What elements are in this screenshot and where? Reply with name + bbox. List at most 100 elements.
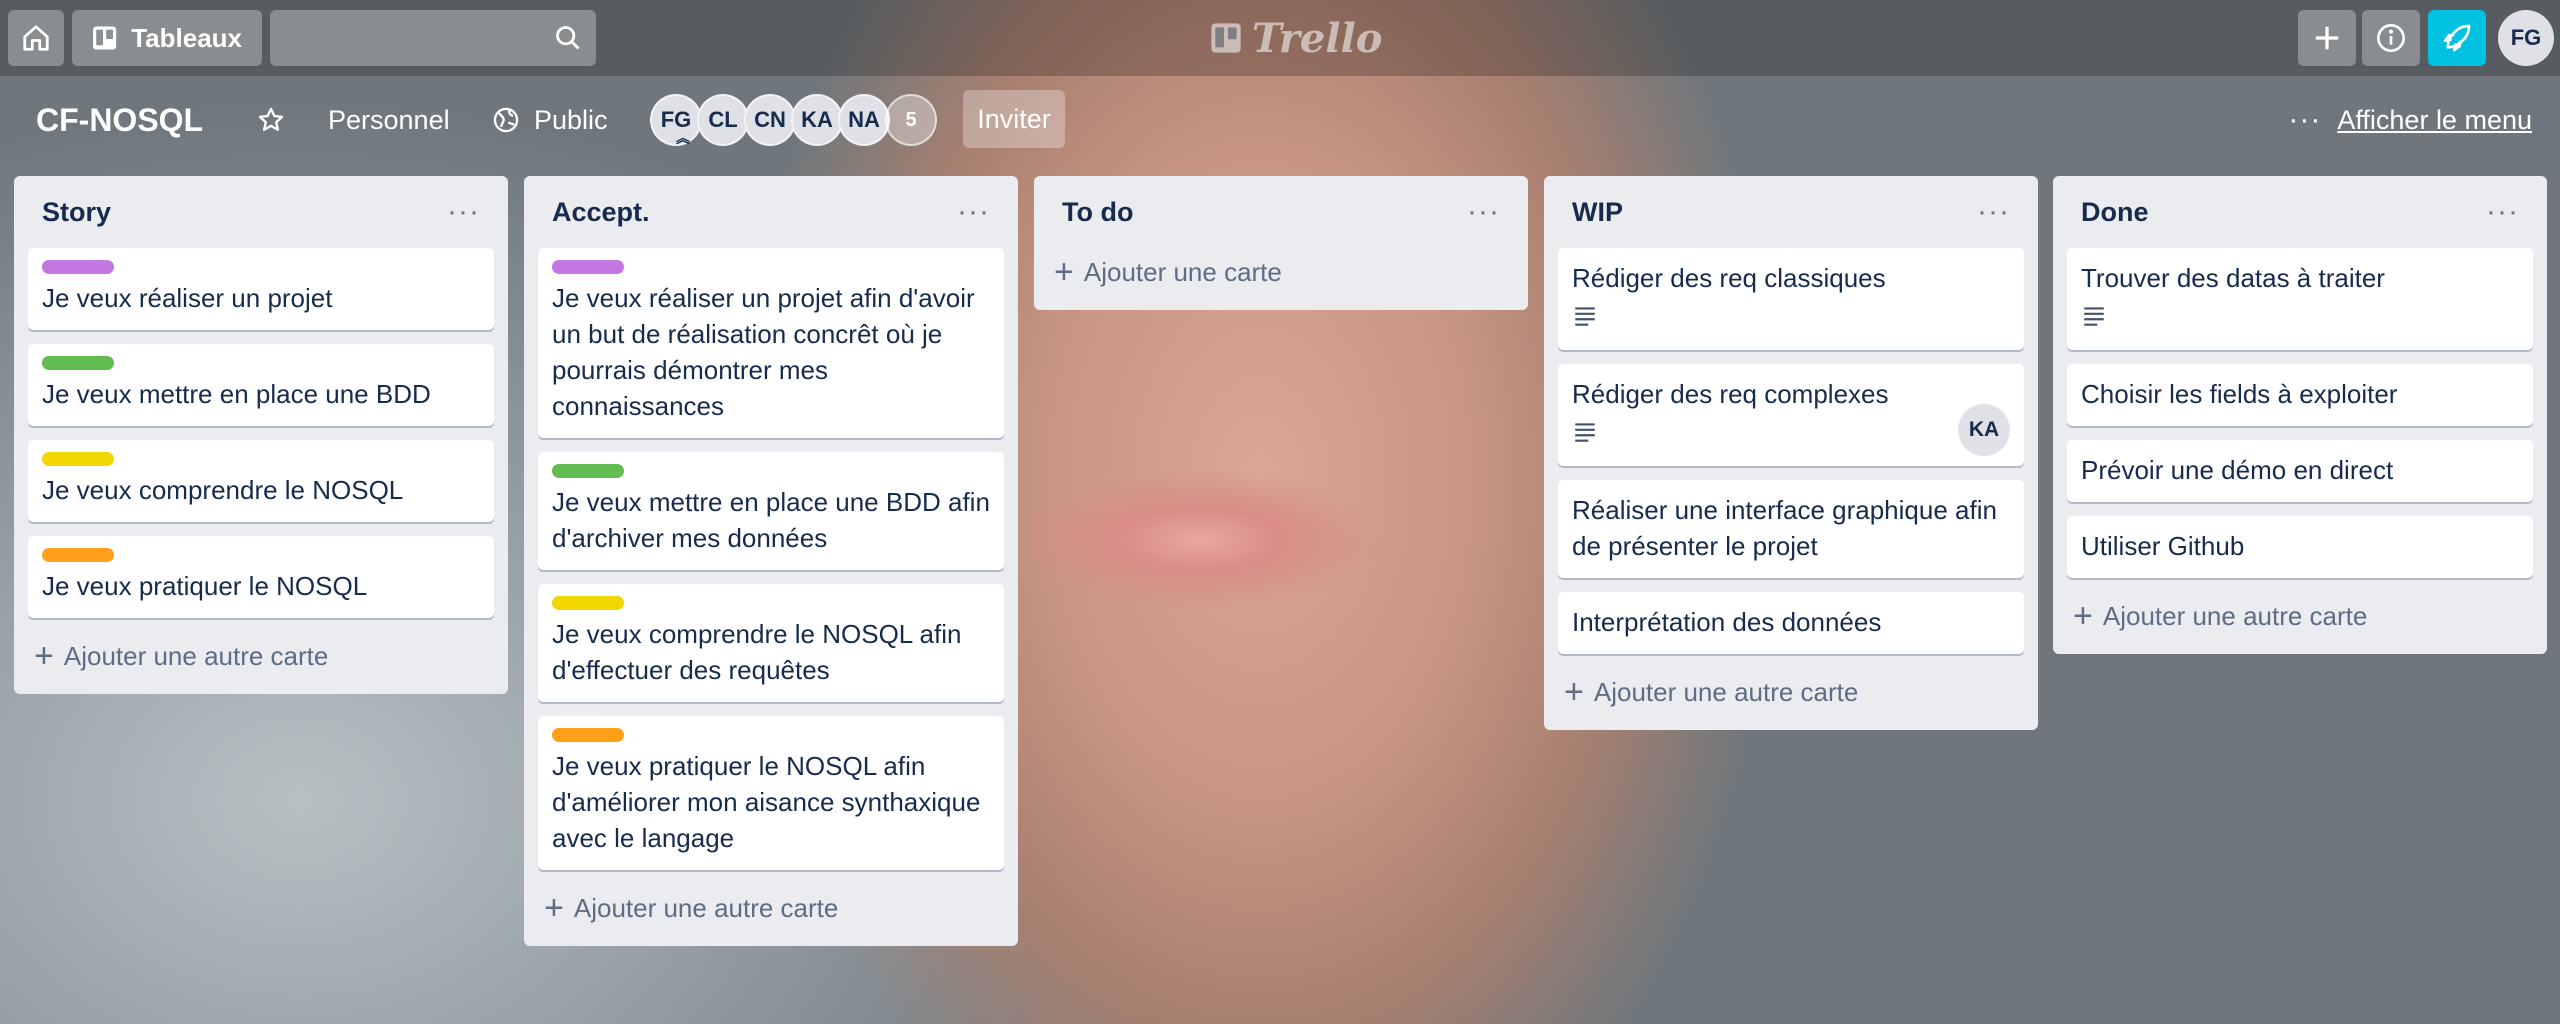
visibility-label: Public <box>534 104 608 135</box>
card-label-green[interactable] <box>42 356 114 370</box>
list-title[interactable]: Story <box>42 197 111 228</box>
list-header[interactable]: Done ··· <box>2067 176 2533 248</box>
card-title: Interprétation des données <box>1572 607 1882 637</box>
globe-icon <box>493 107 519 133</box>
info-button[interactable] <box>2362 10 2420 66</box>
card[interactable]: Rédiger des req complexes KA <box>1558 364 2024 466</box>
card-title: Prévoir une démo en direct <box>2081 455 2394 485</box>
card-label-orange[interactable] <box>42 548 114 562</box>
card[interactable]: Je veux réaliser un projet <box>28 248 494 330</box>
card[interactable]: Je veux mettre en place une BDD <box>28 344 494 426</box>
card-title: Je veux réaliser un projet <box>42 283 333 313</box>
card-label-purple[interactable] <box>42 260 114 274</box>
top-navigation-bar: Tableaux Trello FG <box>0 0 2560 76</box>
user-avatar[interactable]: FG <box>2498 10 2554 66</box>
card-title: Choisir les fields à exploiter <box>2081 379 2398 409</box>
card-label-green[interactable] <box>552 464 624 478</box>
card-member-avatar[interactable]: KA <box>1958 404 2010 456</box>
list-menu-icon[interactable]: ··· <box>1977 197 2010 227</box>
description-icon <box>1575 307 1595 326</box>
card-label-yellow[interactable] <box>42 452 114 466</box>
create-button[interactable] <box>2298 10 2356 66</box>
home-button[interactable] <box>8 10 64 66</box>
more-members-badge[interactable]: 5 <box>885 94 937 146</box>
list-accept: Accept. ··· Je veux réaliser un projet a… <box>524 176 1018 946</box>
trello-logo[interactable]: Trello <box>1210 14 1382 62</box>
card-title: Je veux réaliser un projet afin d'avoir … <box>552 283 975 421</box>
list-header[interactable]: Accept. ··· <box>538 176 1004 248</box>
card[interactable]: Je veux réaliser un projet afin d'avoir … <box>538 248 1004 438</box>
card[interactable]: Je veux pratiquer le NOSQL <box>28 536 494 618</box>
invite-button[interactable]: Inviter <box>963 90 1065 148</box>
search-box[interactable] <box>270 10 596 66</box>
card[interactable]: Utiliser Github <box>2067 516 2533 578</box>
list-done: Done ··· Trouver des datas à traiter Cho… <box>2053 176 2547 654</box>
member-avatar[interactable]: CN <box>744 94 796 146</box>
star-button[interactable] <box>250 92 292 148</box>
card-title: Je veux comprendre le NOSQL <box>42 475 404 505</box>
card[interactable]: Trouver des datas à traiter <box>2067 248 2533 350</box>
add-card-button[interactable]: + Ajouter une autre carte <box>538 884 1004 932</box>
board-members: FG ︽ CL CN KA NA 5 <box>650 92 937 148</box>
list-wip: WIP ··· Rédiger des req classiques Rédig… <box>1544 176 2038 730</box>
list-menu-icon[interactable]: ··· <box>957 197 990 227</box>
list-title[interactable]: Accept. <box>552 197 650 228</box>
board-title[interactable]: CF-NOSQL <box>36 96 203 144</box>
add-card-button[interactable]: + Ajouter une carte <box>1048 248 1514 296</box>
trello-logo-icon <box>1211 23 1241 53</box>
card-label-yellow[interactable] <box>552 596 624 610</box>
card-title: Réaliser une interface graphique afin de… <box>1572 495 1997 561</box>
list-title[interactable]: WIP <box>1572 197 1623 228</box>
show-menu-button[interactable]: ··· Afficher le menu <box>2288 96 2532 144</box>
member-avatar[interactable]: KA <box>791 94 843 146</box>
card-title: Utiliser Github <box>2081 531 2245 561</box>
list-header[interactable]: Story ··· <box>28 176 494 248</box>
list-menu-icon[interactable]: ··· <box>1467 197 1500 227</box>
card[interactable]: Je veux pratiquer le NOSQL afin d'amélio… <box>538 716 1004 870</box>
card[interactable]: Réaliser une interface graphique afin de… <box>1558 480 2024 578</box>
add-card-button[interactable]: + Ajouter une autre carte <box>28 632 494 680</box>
card[interactable]: Je veux comprendre le NOSQL <box>28 440 494 522</box>
list-story: Story ··· Je veux réaliser un projet Je … <box>14 176 508 694</box>
list-menu-icon[interactable]: ··· <box>2486 197 2519 227</box>
member-avatar[interactable]: FG ︽ <box>650 94 702 146</box>
description-icon <box>1575 423 1595 442</box>
card[interactable]: Rédiger des req classiques <box>1558 248 2024 350</box>
add-card-label: Ajouter une autre carte <box>573 892 839 923</box>
member-avatar[interactable]: NA <box>838 94 890 146</box>
rocket-icon <box>2443 24 2471 52</box>
plus-icon <box>2315 26 2339 50</box>
list-title[interactable]: Done <box>2081 197 2149 228</box>
add-card-label: Ajouter une autre carte <box>1593 676 1859 707</box>
notifications-button[interactable] <box>2428 10 2486 66</box>
card[interactable]: Prévoir une démo en direct <box>2067 440 2533 502</box>
card[interactable]: Choisir les fields à exploiter <box>2067 364 2533 426</box>
add-card-button[interactable]: + Ajouter une autre carte <box>1558 668 2024 716</box>
card-label-purple[interactable] <box>552 260 624 274</box>
boards-button[interactable]: Tableaux <box>72 10 262 66</box>
list-header[interactable]: To do ··· <box>1048 176 1514 248</box>
search-input[interactable] <box>270 10 596 66</box>
card-badges <box>2081 296 2519 336</box>
ellipsis-icon: ··· <box>2288 103 2322 136</box>
card-title: Je veux comprendre le NOSQL afin d'effec… <box>552 619 962 685</box>
plus-icon: + <box>544 889 564 927</box>
team-button[interactable]: Personnel <box>316 92 462 148</box>
add-card-label: Ajouter une autre carte <box>63 640 329 671</box>
card-title: Rédiger des req classiques <box>1572 263 1886 293</box>
card[interactable]: Je veux comprendre le NOSQL afin d'effec… <box>538 584 1004 702</box>
visibility-button[interactable]: Public <box>480 92 620 148</box>
search-icon[interactable] <box>554 24 582 52</box>
card-label-orange[interactable] <box>552 728 624 742</box>
card[interactable]: Je veux mettre en place une BDD afin d'a… <box>538 452 1004 570</box>
list-title[interactable]: To do <box>1062 197 1133 228</box>
card-title: Je veux mettre en place une BDD afin d'a… <box>552 487 990 553</box>
add-card-label: Ajouter une autre carte <box>2102 600 2368 631</box>
list-header[interactable]: WIP ··· <box>1558 176 2024 248</box>
list-menu-icon[interactable]: ··· <box>447 197 480 227</box>
card[interactable]: Interprétation des données <box>1558 592 2024 654</box>
member-avatar[interactable]: CL <box>697 94 749 146</box>
plus-icon: + <box>1564 673 1584 711</box>
card-title: Je veux pratiquer le NOSQL afin d'amélio… <box>552 751 981 853</box>
add-card-button[interactable]: + Ajouter une autre carte <box>2067 592 2533 640</box>
